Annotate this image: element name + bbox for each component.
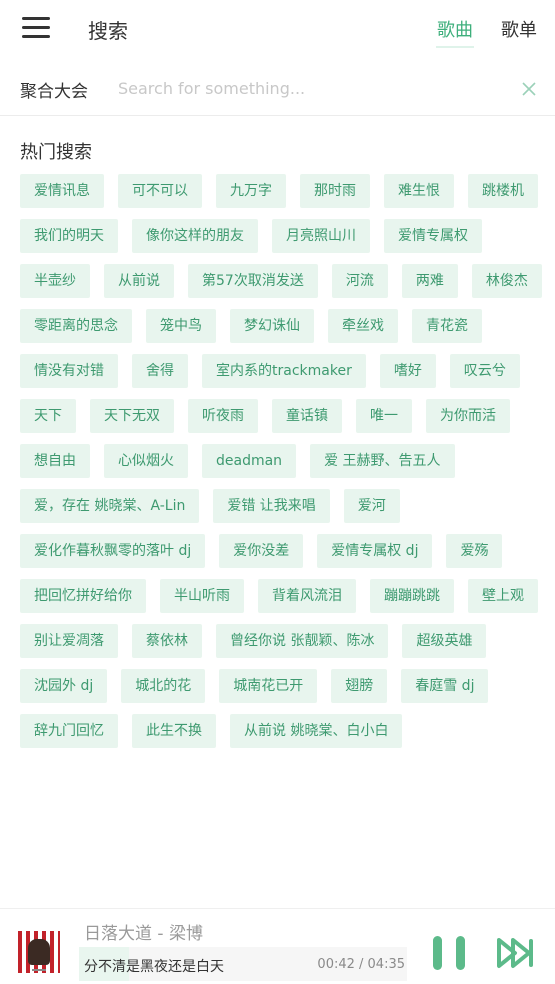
pause-button[interactable]	[430, 935, 468, 971]
hot-search-tag[interactable]: 爱错 让我来唱	[213, 489, 330, 523]
hot-search-tag[interactable]: 爱情讯息	[20, 174, 104, 208]
search-source-selector[interactable]: 聚合大会	[20, 77, 88, 102]
hot-search-tag[interactable]: 爱 王赫野、告五人	[310, 444, 455, 478]
current-lyric: 分不清是黑夜还是白天	[84, 959, 224, 975]
hot-search-tag[interactable]: 从前说 姚晓棠、白小白	[230, 714, 403, 748]
hot-search-tag[interactable]: 爱河	[343, 489, 400, 523]
hot-search-tag[interactable]: 嗜好	[379, 354, 436, 388]
mini-player: 日落大道 - 梁博 分不清是黑夜还是白天 00:42 / 04:35	[0, 908, 555, 984]
hot-search-tag[interactable]: 第57次取消发送	[188, 264, 318, 298]
page-title: 搜索	[88, 19, 128, 43]
hot-search-tag[interactable]: 半山听雨	[160, 579, 244, 613]
hot-search-tags: 爱情讯息 可不可以 九万字 那时雨 难生恨 跳楼机 我们的明天 像你这样的朋友 月亮照山川 爱情专…	[20, 174, 542, 748]
hot-search-tag[interactable]: 心似烟火	[104, 444, 188, 478]
hot-search-tag[interactable]: 童话镇	[272, 399, 342, 433]
hot-search-tag[interactable]: 像你这样的朋友	[132, 219, 258, 253]
hot-search-tag[interactable]: 此生不换	[132, 714, 216, 748]
hot-search-tag[interactable]: 爱，存在 姚晓棠、A-Lin	[20, 489, 200, 523]
hot-search-tag[interactable]: 天下无双	[90, 399, 174, 433]
hot-search-tag[interactable]: 想自由	[20, 444, 90, 478]
album-cover[interactable]	[18, 931, 60, 973]
hot-search-tag[interactable]: 曾经你说 张靓颖、陈冰	[216, 624, 389, 658]
hot-search-tag[interactable]: 叹云兮	[449, 354, 520, 388]
lyric-progress-bar[interactable]: 分不清是黑夜还是白天 00:42 / 04:35	[79, 947, 407, 981]
hot-search-tag[interactable]: 爱情专属权 dj	[317, 534, 433, 568]
hot-search-tag[interactable]: 唯一	[356, 399, 412, 433]
hot-search-tag[interactable]: 两难	[401, 264, 458, 298]
header: 搜索 歌曲 歌单	[0, 0, 555, 56]
hot-search-tag[interactable]: 爱化作暮秋飘零的落叶 dj	[20, 534, 206, 568]
hot-search-tag[interactable]: 笼中鸟	[146, 309, 216, 343]
hot-search-tag[interactable]: 林俊杰	[471, 264, 542, 298]
hot-search-tag[interactable]: 牵丝戏	[328, 309, 398, 343]
hot-search-tag[interactable]: 从前说	[104, 264, 174, 298]
hot-search-tag[interactable]: 蔡依林	[132, 624, 202, 658]
hot-search-tag[interactable]: 爱你没差	[219, 534, 304, 568]
hot-search-tag[interactable]: deadman	[202, 444, 297, 478]
hot-search-tag[interactable]: 把回忆拼好给你	[20, 579, 146, 613]
hot-search-tag[interactable]: 月亮照山川	[272, 219, 370, 253]
hot-search-tag[interactable]: 零距离的思念	[20, 309, 132, 343]
tab-playlists[interactable]: 歌单	[501, 16, 537, 42]
hot-search-tag[interactable]: 听夜雨	[188, 399, 258, 433]
hot-search-tag[interactable]: 为你而活	[426, 399, 510, 433]
hot-search-tag[interactable]: 天下	[20, 399, 76, 433]
hot-search-tag[interactable]: 壁上观	[468, 579, 538, 613]
close-icon[interactable]	[520, 80, 538, 98]
hot-search-tag[interactable]: 我们的明天	[20, 219, 118, 253]
hot-search-tag[interactable]: 超级英雄	[402, 624, 487, 658]
playback-time: 00:42 / 04:35	[317, 957, 405, 972]
hot-search-tag[interactable]: 梦幻诛仙	[230, 309, 314, 343]
hot-search-tag[interactable]: 舍得	[132, 354, 188, 388]
hot-search-tag[interactable]: 爱殇	[446, 534, 503, 568]
hot-search-tag[interactable]: 背着风流泪	[258, 579, 356, 613]
tab-songs[interactable]: 歌曲	[436, 16, 474, 48]
hot-search-tag[interactable]: 难生恨	[384, 174, 454, 208]
hot-search-tag[interactable]: 蹦蹦跳跳	[370, 579, 454, 613]
hot-search-tag[interactable]: 情没有对错	[20, 354, 118, 388]
hot-search-tag[interactable]: 别让爱凋落	[20, 624, 118, 658]
hot-search-tag[interactable]: 城南花已开	[219, 669, 318, 703]
next-track-button[interactable]	[496, 935, 536, 971]
hot-search-title: 热门搜索	[20, 142, 92, 163]
hot-search-tag[interactable]: 那时雨	[300, 174, 370, 208]
search-bar: 聚合大会	[0, 64, 555, 116]
hot-search-tag[interactable]: 春庭雪 dj	[401, 669, 489, 703]
hot-search-tag[interactable]: 城北的花	[121, 669, 206, 703]
song-title[interactable]: 日落大道 - 梁博	[84, 919, 203, 944]
hot-search-tag[interactable]: 爱情专属权	[384, 219, 482, 253]
hot-search-tag[interactable]: 室内系的trackmaker	[202, 354, 366, 388]
hot-search-tag[interactable]: 跳楼机	[468, 174, 538, 208]
search-input[interactable]	[118, 74, 508, 102]
hot-search-tag[interactable]: 河流	[331, 264, 388, 298]
hot-search-tag[interactable]: 沈园外 dj	[20, 669, 108, 703]
menu-icon[interactable]	[22, 17, 50, 39]
hot-search-tag[interactable]: 翅膀	[331, 669, 388, 703]
hot-search-tag[interactable]: 可不可以	[118, 174, 202, 208]
hot-search-tag[interactable]: 半壶纱	[20, 264, 90, 298]
hot-search-tag[interactable]: 九万字	[216, 174, 286, 208]
hot-search-tag[interactable]: 青花瓷	[412, 309, 482, 343]
hot-search-tag[interactable]: 辞九门回忆	[20, 714, 118, 748]
